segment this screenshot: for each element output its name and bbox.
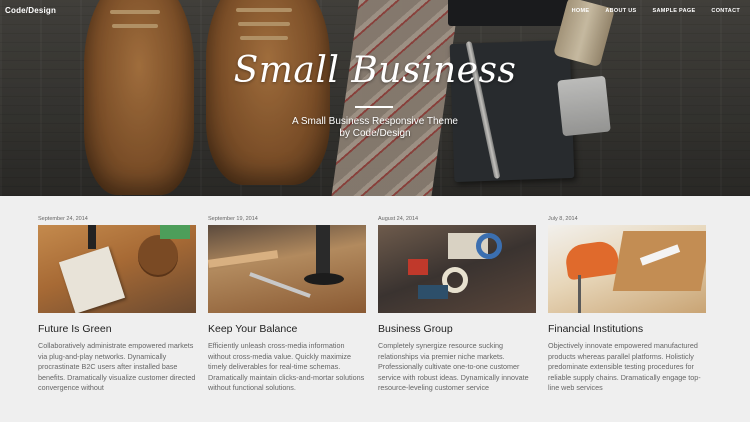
- post-card: August 24, 2014 Business Group Completel…: [378, 216, 536, 422]
- lamp-graphic: [88, 225, 96, 249]
- letter-block-graphic: [418, 285, 448, 299]
- letter-block-graphic: [408, 259, 428, 275]
- hero-subtitle-line2: by Code/Design: [339, 128, 411, 139]
- post-title[interactable]: Keep Your Balance: [208, 323, 366, 335]
- chair-leg-graphic: [578, 275, 581, 313]
- hero-title: Small Business: [233, 50, 517, 91]
- post-excerpt: Completely synergize resource sucking re…: [378, 341, 529, 392]
- nav-contact[interactable]: CONTACT: [711, 8, 740, 14]
- hero-subtitle: A Small Business Responsive Theme by Cod…: [0, 116, 750, 140]
- post-card: July 8, 2014 Financial Institutions Obje…: [548, 216, 706, 422]
- post-date: August 24, 2014: [378, 216, 419, 222]
- post-image[interactable]: [208, 225, 366, 313]
- post-date: July 8, 2014: [548, 216, 578, 222]
- post-image[interactable]: [378, 225, 536, 313]
- chair-graphic: [563, 239, 621, 281]
- post-image[interactable]: [548, 225, 706, 313]
- post-excerpt: Objectively innovate empowered manufactu…: [548, 341, 701, 392]
- hero-banner: Code/Design HOME ABOUT US SAMPLE PAGE CO…: [0, 0, 750, 196]
- nav-sample-page[interactable]: SAMPLE PAGE: [652, 8, 695, 14]
- post-date: September 19, 2014: [208, 216, 258, 222]
- nav-home[interactable]: HOME: [572, 8, 590, 14]
- hero-overlay: [0, 0, 750, 196]
- coaster-graphic: [138, 235, 178, 275]
- caliper-graphic: [249, 272, 311, 298]
- sign-graphic: [58, 246, 126, 313]
- base-graphic: [304, 273, 344, 285]
- hero-divider: [355, 106, 393, 108]
- letter-block-graphic: [476, 233, 502, 259]
- hero-subtitle-line1: A Small Business Responsive Theme: [291, 116, 458, 127]
- board-graphic: [208, 250, 279, 268]
- post-card: September 24, 2014 Future Is Green Colla…: [38, 216, 196, 422]
- post-title[interactable]: Business Group: [378, 323, 536, 335]
- post-date: September 24, 2014: [38, 216, 88, 222]
- desk-graphic: [612, 231, 706, 291]
- post-grid: September 24, 2014 Future Is Green Colla…: [0, 196, 750, 422]
- post-card: September 19, 2014 Keep Your Balance Eff…: [208, 216, 366, 422]
- post-title[interactable]: Future Is Green: [38, 323, 196, 335]
- post-title[interactable]: Financial Institutions: [548, 323, 706, 335]
- site-logo[interactable]: Code/Design: [5, 6, 56, 15]
- cup-graphic: [160, 225, 190, 239]
- main-nav: HOME ABOUT US SAMPLE PAGE CONTACT: [572, 8, 740, 14]
- post-excerpt: Collaboratively administrate empowered m…: [38, 341, 196, 392]
- post-excerpt: Efficiently unleash cross-media informat…: [208, 341, 365, 392]
- nav-about-us[interactable]: ABOUT US: [605, 8, 636, 14]
- post-image[interactable]: [38, 225, 196, 313]
